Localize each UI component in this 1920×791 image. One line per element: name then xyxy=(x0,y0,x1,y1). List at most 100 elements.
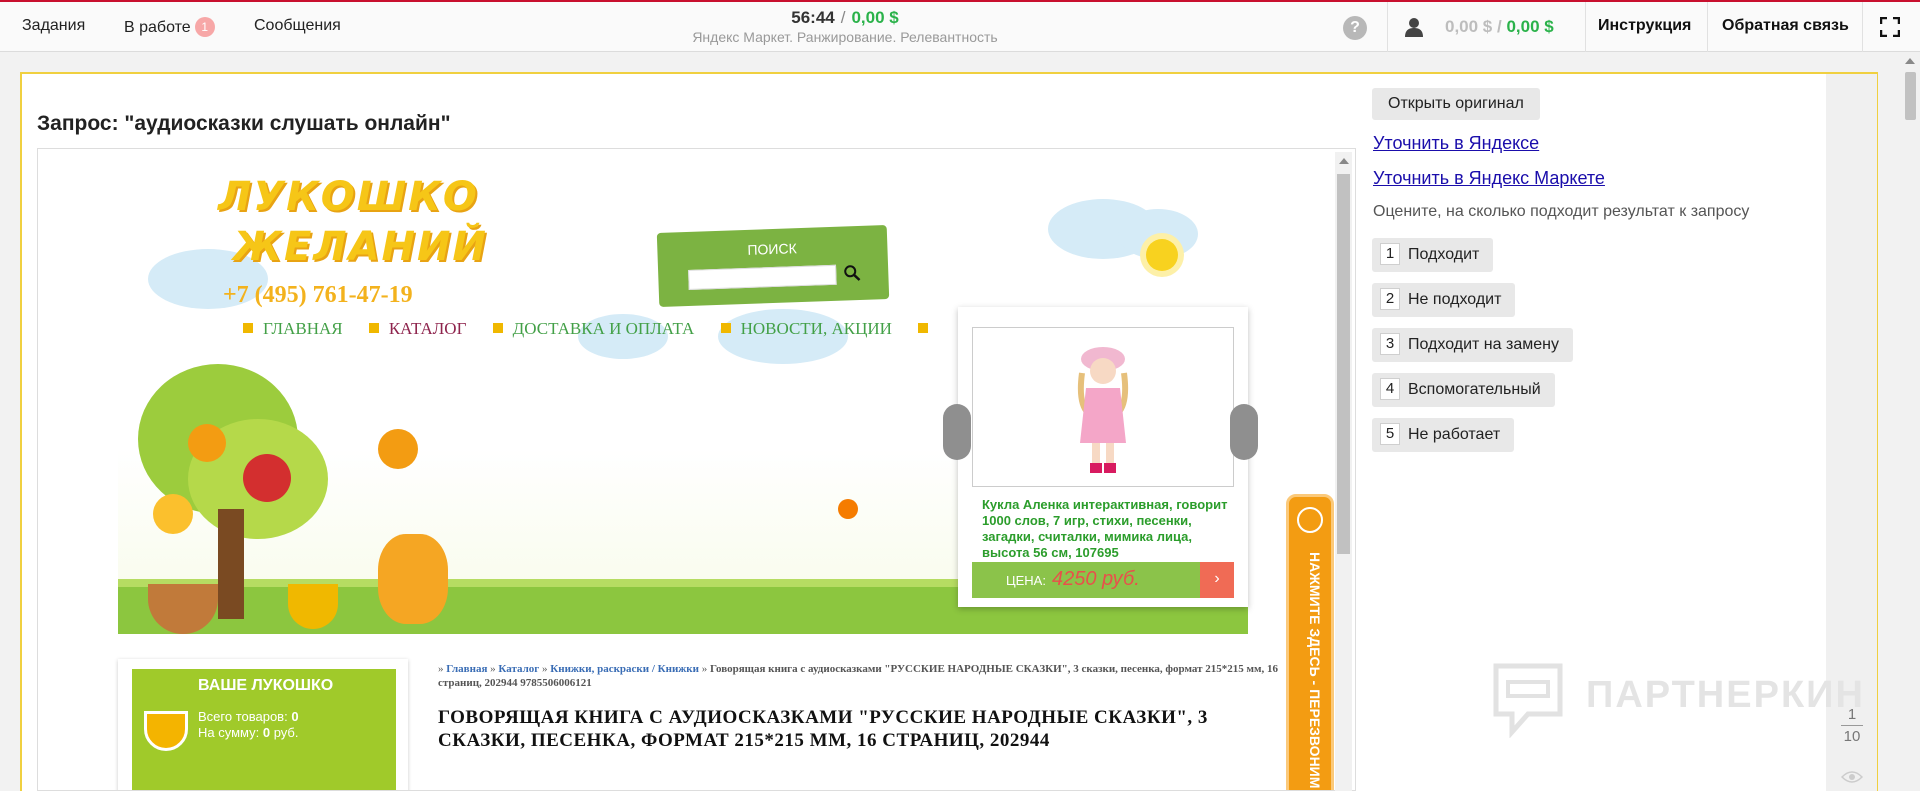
instruction-link[interactable]: Инструкция xyxy=(1598,17,1691,35)
scroll-up-icon[interactable] xyxy=(1339,158,1349,164)
doll-image xyxy=(1077,347,1129,473)
timer: 56:44 xyxy=(791,8,835,27)
option-label: Не подходит xyxy=(1408,291,1502,308)
in-progress-badge: 1 xyxy=(194,17,215,37)
task-pager: 1 10 xyxy=(1841,706,1863,745)
product-caption[interactable]: Кукла Аленка интерактивная, говорит 1000… xyxy=(982,497,1232,561)
divider xyxy=(1707,2,1708,52)
site-cart-widget: ВАШЕ ЛУКОШКО Всего товаров: 0 На сумму: … xyxy=(118,659,408,790)
scroll-thumb[interactable] xyxy=(1337,174,1350,554)
pager-current: 1 xyxy=(1847,706,1857,723)
fruit-decoration xyxy=(243,454,291,502)
site-menu-item[interactable]: ГЛАВНАЯ xyxy=(243,319,343,338)
flower-decoration xyxy=(838,499,858,519)
site-menu-item[interactable]: НОВОСТИ, АКЦИИ xyxy=(720,319,892,338)
option-label: Не работает xyxy=(1408,426,1501,443)
cart-sum-value: 0 xyxy=(262,725,271,740)
cart-items: Всего товаров: 0 xyxy=(198,709,299,724)
site-menu-label: НОВОСТИ, АКЦИИ xyxy=(740,319,892,338)
site-phone: +7 (495) 761-47-19 xyxy=(223,282,413,308)
site-logo-line1: ЛУКОШКО xyxy=(218,174,479,220)
phone-icon xyxy=(1297,507,1323,533)
page-scrollbar[interactable] xyxy=(1900,52,1920,791)
divider xyxy=(1387,2,1388,52)
open-original-button[interactable]: Открыть оригинал xyxy=(1372,88,1540,120)
hotkey: 1 xyxy=(1380,243,1400,265)
product-title: ГОВОРЯЩАЯ КНИГА С АУДИОСКАЗКАМИ "РУССКИЕ… xyxy=(438,707,1208,751)
breadcrumb-link[interactable]: Главная xyxy=(446,663,487,675)
option-broken-button[interactable]: 5 Не работает xyxy=(1372,418,1515,452)
site-search-box: ПОИСК xyxy=(656,225,890,307)
lion-decoration xyxy=(378,534,448,624)
site-menu-label: ГЛАВНАЯ xyxy=(263,319,343,338)
site-search-input[interactable] xyxy=(688,264,837,290)
cart-items-label: Всего товаров: xyxy=(198,709,288,724)
site-menu-item[interactable]: КАТАЛОГ xyxy=(368,319,467,338)
nav-messages[interactable]: Сообщения xyxy=(254,17,341,35)
nav-tasks[interactable]: Задания xyxy=(22,17,85,35)
rating-hint: Оцените, на сколько подходит результат к… xyxy=(1373,203,1750,220)
price-go-button[interactable]: › xyxy=(1200,562,1234,598)
watermark-logo-icon xyxy=(1493,663,1563,738)
cart-sum-label: На сумму: xyxy=(198,725,260,740)
project-name: Яндекс Маркет. Ранжирование. Релевантнос… xyxy=(692,29,998,45)
product-price-bar: ЦЕНА: 4250 руб. › xyxy=(972,562,1234,598)
scroll-up-icon[interactable] xyxy=(1905,58,1915,64)
feedback-link[interactable]: Обратная связь xyxy=(1722,17,1849,35)
fruit-decoration xyxy=(378,429,418,469)
cart-sum: На сумму: 0 руб. xyxy=(198,725,299,740)
featured-product-slider: Кукла Аленка интерактивная, говорит 1000… xyxy=(958,307,1248,607)
fruit-decoration xyxy=(188,424,226,462)
site-menu: ГЛАВНАЯ КАТАЛОГ ДОСТАВКА И ОПЛАТА НОВОСТ… xyxy=(243,319,960,339)
breadcrumb-separator: » xyxy=(490,663,496,675)
pager-total: 10 xyxy=(1843,728,1861,745)
divider xyxy=(1862,2,1863,52)
eye-icon[interactable] xyxy=(1841,770,1863,784)
callback-widget[interactable]: НАЖМИТЕ ЗДЕСЬ - ПЕРЕЗВОНИМ xyxy=(1286,494,1334,790)
task-timer-block: 56:44 / 0,00 $ Яндекс Маркет. Ранжирование… xyxy=(600,8,1090,45)
earned-amount: 0,00 $ xyxy=(851,8,899,27)
cart-sum-unit: руб. xyxy=(273,725,299,740)
site-breadcrumb: » Главная » Каталог » Книжки, раскраски … xyxy=(438,662,1278,690)
timer-line: 56:44 / 0,00 $ xyxy=(600,8,1090,28)
sun-decoration xyxy=(1146,239,1178,271)
option-label: Вспомогательный xyxy=(1408,381,1541,398)
site-menu-label: КАТАЛОГ xyxy=(388,319,467,338)
nav-in-progress[interactable]: В работе 1 xyxy=(124,17,215,37)
site-menu-item[interactable] xyxy=(918,319,938,338)
site-logo-line2: ЖЕЛАНИЙ xyxy=(233,224,488,270)
top-bar: Задания В работе 1 Сообщения 56:44 / 0,00 $… xyxy=(0,0,1920,52)
fullscreen-icon[interactable] xyxy=(1880,17,1900,37)
cart-title[interactable]: ВАШЕ ЛУКОШКО xyxy=(198,677,333,695)
scroll-thumb[interactable] xyxy=(1905,72,1916,120)
balance-pending: 0,00 $ xyxy=(1445,17,1493,36)
product-image[interactable] xyxy=(972,327,1234,487)
breadcrumb-link[interactable]: Книжки, раскраски / Книжки xyxy=(550,663,699,675)
refine-market-link[interactable]: Уточнить в Яндекс Маркете xyxy=(1373,168,1605,189)
slider-prev-arrow[interactable] xyxy=(943,404,971,460)
cart-inner: ВАШЕ ЛУКОШКО Всего товаров: 0 На сумму: … xyxy=(132,669,396,790)
hotkey: 5 xyxy=(1380,423,1400,445)
help-icon[interactable]: ? xyxy=(1343,16,1367,40)
search-icon[interactable] xyxy=(843,264,862,283)
option-substitute-button[interactable]: 3 Подходит на замену xyxy=(1372,328,1573,362)
option-not-fits-button[interactable]: 2 Не подходит xyxy=(1372,283,1516,317)
option-label: Подходит на замену xyxy=(1408,336,1559,353)
option-label: Подходит xyxy=(1408,246,1480,263)
balance: 0,00 $ / 0,00 $ xyxy=(1445,17,1554,37)
result-preview-frame[interactable]: ЛУКОШКО ЖЕЛАНИЙ +7 (495) 761-47-19 ГЛАВН… xyxy=(37,148,1356,791)
user-icon[interactable] xyxy=(1403,16,1425,38)
breadcrumb-link[interactable]: Каталог xyxy=(498,663,539,675)
option-fits-button[interactable]: 1 Подходит xyxy=(1372,238,1494,272)
refine-yandex-link[interactable]: Уточнить в Яндексе xyxy=(1373,133,1539,154)
slider-next-arrow[interactable] xyxy=(1230,404,1258,460)
fruit-decoration xyxy=(153,494,193,534)
site-menu-item[interactable]: ДОСТАВКА И ОПЛАТА xyxy=(492,319,694,338)
hotkey: 3 xyxy=(1380,333,1400,355)
option-auxiliary-button[interactable]: 4 Вспомогательный xyxy=(1372,373,1555,407)
balance-available: 0,00 $ xyxy=(1506,17,1554,36)
preview-scrollbar[interactable] xyxy=(1335,152,1352,791)
nav-in-progress-label: В работе xyxy=(124,19,191,36)
pager-divider xyxy=(1841,725,1863,726)
breadcrumb-separator: » xyxy=(438,663,444,675)
